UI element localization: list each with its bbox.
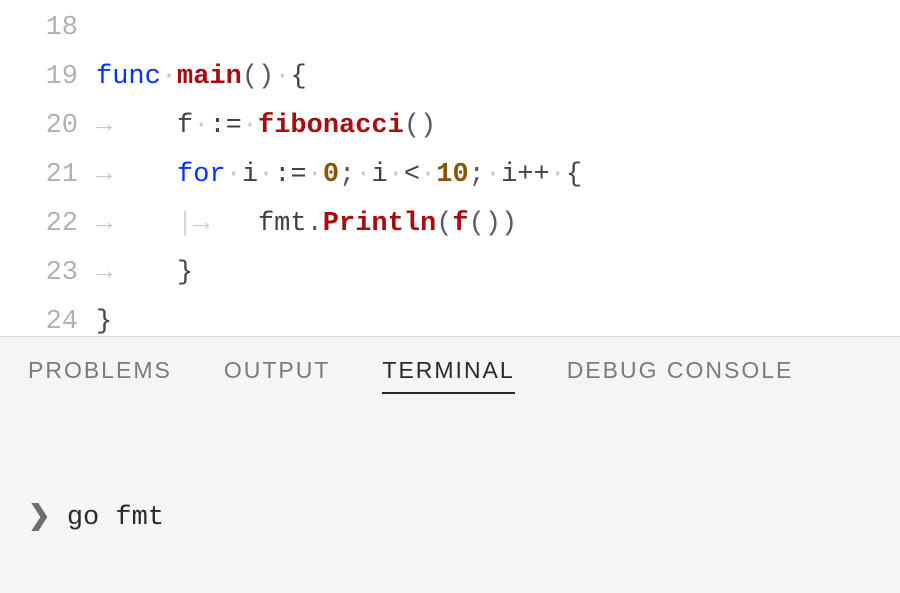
token-ws-dot: · xyxy=(485,160,501,190)
token-ws-dot: · xyxy=(307,160,323,190)
token-fn: main xyxy=(177,62,242,92)
line-number: 20 xyxy=(0,102,96,151)
code-line[interactable]: 21→ for·i·:=·0;·i·<·10;·i++·{ xyxy=(0,151,900,200)
token-num: 10 xyxy=(436,160,468,190)
line-number: 23 xyxy=(0,249,96,298)
token-ws-arrow: → xyxy=(96,102,112,151)
panel-tab-output[interactable]: OUTPUT xyxy=(224,357,331,394)
line-number: 18 xyxy=(0,4,96,53)
token-kw: func xyxy=(96,62,161,92)
terminal-command: go fmt xyxy=(51,503,164,533)
line-number: 19 xyxy=(0,53,96,102)
line-number: 22 xyxy=(0,200,96,249)
token-ws-dot: · xyxy=(420,160,436,190)
token xyxy=(112,209,177,239)
token-brace: { xyxy=(566,160,582,190)
token-ws-arrow: → xyxy=(96,200,112,249)
token-brace: { xyxy=(290,62,306,92)
token-ident: i xyxy=(371,160,387,190)
token-ws-dot: · xyxy=(258,160,274,190)
token-punct: ; xyxy=(339,160,355,190)
code-line[interactable]: 19func·main()·{ xyxy=(0,53,900,102)
token-punct: ; xyxy=(469,160,485,190)
token-punct: () xyxy=(404,111,436,141)
terminal-view[interactable]: ❯ go fmt fib.go ~/Projects/go-example ❯ xyxy=(0,394,900,593)
terminal-line: ❯ go fmt xyxy=(28,498,872,538)
bottom-panel: PROBLEMS OUTPUT TERMINAL DEBUG CONSOLE ❯ go… xyxy=(0,336,900,593)
panel-tabs: PROBLEMS OUTPUT TERMINAL DEBUG CONSOLE xyxy=(0,337,900,394)
token-ws-dot: · xyxy=(161,62,177,92)
code-editor[interactable]: 1819func·main()·{20→ f·:=·fibonacci()21→… xyxy=(0,0,900,336)
token-ws-dot: · xyxy=(242,111,258,141)
code-line[interactable]: 18 xyxy=(0,4,900,53)
token-fn: Println xyxy=(323,209,436,239)
code-line[interactable]: 22→ |→ fmt.Println(f()) xyxy=(0,200,900,249)
token-ws-dot: · xyxy=(274,62,290,92)
code-line[interactable]: 20→ f·:=·fibonacci() xyxy=(0,102,900,151)
prompt-caret-icon: ❯ xyxy=(28,503,51,533)
token-ws-dot: · xyxy=(193,111,209,141)
panel-tab-problems[interactable]: PROBLEMS xyxy=(28,357,172,394)
token-num: 0 xyxy=(323,160,339,190)
code-content[interactable]: → f·:=·fibonacci() xyxy=(96,102,436,151)
token-ident: f xyxy=(177,111,193,141)
code-content[interactable]: → |→ fmt.Println(f()) xyxy=(96,200,517,249)
panel-tab-debug-console[interactable]: DEBUG CONSOLE xyxy=(567,357,794,394)
token-ws-pipe: | xyxy=(177,200,193,249)
code-content[interactable]: func·main()·{ xyxy=(96,53,307,102)
token-op: := xyxy=(274,160,306,190)
token-punct: () xyxy=(469,209,501,239)
line-number: 21 xyxy=(0,151,96,200)
token-kw: for xyxy=(177,160,226,190)
token-fn: f xyxy=(452,209,468,239)
token xyxy=(112,111,177,141)
panel-tab-terminal[interactable]: TERMINAL xyxy=(382,357,514,394)
token-op: ++ xyxy=(517,160,549,190)
token-ident: i xyxy=(242,160,258,190)
token-fn: fibonacci xyxy=(258,111,404,141)
token-ws-dot: · xyxy=(388,160,404,190)
token xyxy=(209,209,258,239)
token-ws-dot: · xyxy=(550,160,566,190)
token-ident: fmt xyxy=(258,209,307,239)
token xyxy=(112,258,177,288)
token-brace: } xyxy=(177,258,193,288)
token-ident: i xyxy=(501,160,517,190)
line-number: 24 xyxy=(0,298,96,347)
token-punct: ) xyxy=(501,209,517,239)
token-brace: } xyxy=(96,307,112,337)
code-content[interactable]: → } xyxy=(96,249,193,298)
token-ws-arrow: → xyxy=(96,151,112,200)
token-ws-arrow: → xyxy=(193,200,209,249)
token-punct: . xyxy=(307,209,323,239)
token-ws-dot: · xyxy=(355,160,371,190)
token-op: < xyxy=(404,160,420,190)
code-line[interactable]: 23→ } xyxy=(0,249,900,298)
token xyxy=(112,160,177,190)
token-ws-arrow: → xyxy=(96,249,112,298)
token-punct: ( xyxy=(436,209,452,239)
code-content[interactable]: → for·i·:=·0;·i·<·10;·i++·{ xyxy=(96,151,582,200)
token-ws-dot: · xyxy=(226,160,242,190)
code-content[interactable]: } xyxy=(96,298,112,347)
token-op: := xyxy=(209,111,241,141)
token-punct: () xyxy=(242,62,274,92)
